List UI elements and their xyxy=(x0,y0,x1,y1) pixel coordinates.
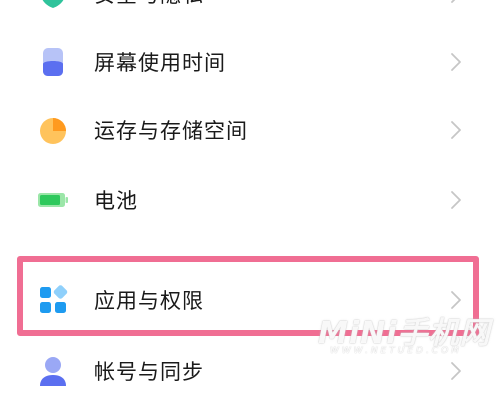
shield-icon xyxy=(36,0,70,11)
chevron-right-icon xyxy=(448,119,464,141)
settings-item-label: 安全与隐私 xyxy=(94,0,204,9)
settings-item-security-privacy[interactable]: 安全与隐私 xyxy=(0,0,499,28)
account-icon xyxy=(36,354,70,388)
settings-item-screen-time[interactable]: 屏幕使用时间 xyxy=(0,28,499,96)
chevron-right-icon xyxy=(448,0,464,5)
settings-list: 安全与隐私 屏幕使用时间 运存与存储空间 xyxy=(0,0,499,386)
settings-item-memory-storage[interactable]: 运存与存储空间 xyxy=(0,96,499,164)
battery-icon xyxy=(36,183,70,217)
chevron-right-icon xyxy=(448,360,464,382)
settings-item-battery[interactable]: 电池 xyxy=(0,166,499,234)
settings-item-label: 电池 xyxy=(94,189,138,213)
settings-item-label: 屏幕使用时间 xyxy=(94,51,226,75)
hourglass-icon xyxy=(36,45,70,79)
chevron-right-icon xyxy=(448,51,464,73)
highlight-box xyxy=(17,256,479,336)
settings-item-label: 帐号与同步 xyxy=(94,360,204,384)
chevron-right-icon xyxy=(448,189,464,211)
settings-item-label: 运存与存储空间 xyxy=(94,119,248,143)
settings-item-account-sync[interactable]: 帐号与同步 xyxy=(0,337,499,405)
pie-chart-icon xyxy=(36,113,70,147)
